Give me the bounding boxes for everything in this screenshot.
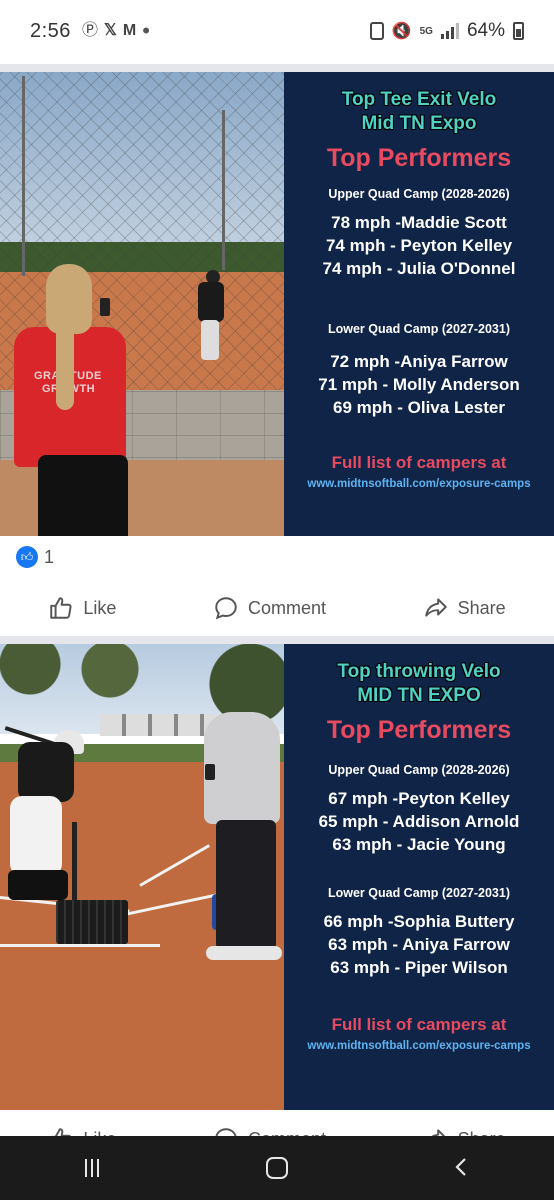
result-row: 78 mph -Maddie Scott bbox=[331, 213, 507, 232]
photo-batting-field bbox=[0, 644, 284, 1110]
home-icon bbox=[265, 1157, 288, 1179]
feed-divider bbox=[0, 636, 554, 644]
result-row: 69 mph - Oliva Lester bbox=[333, 398, 505, 417]
pinterest-icon: Ⓟ bbox=[82, 22, 99, 39]
panel-title-line2: Mid TN Expo bbox=[361, 113, 477, 134]
status-bar: 2:56 Ⓟ 𝕏 M • 🔇 5G 64% bbox=[0, 0, 554, 64]
battery-icon bbox=[513, 22, 524, 40]
nfc-icon bbox=[369, 22, 384, 40]
result-row: 63 mph - Piper Wilson bbox=[330, 958, 508, 977]
result-row: 67 mph -Peyton Kelley bbox=[328, 789, 510, 808]
system-indicators: 🔇 5G 64% bbox=[369, 20, 524, 42]
upper-camp-label: Upper Quad Camp (2028-2026) bbox=[328, 187, 510, 201]
system-navigation-bar bbox=[0, 1136, 554, 1200]
gmail-icon: M bbox=[122, 22, 137, 39]
like-label: Like bbox=[83, 597, 117, 618]
result-row: 74 mph - Julia O'Donnel bbox=[322, 259, 516, 278]
home-button[interactable] bbox=[247, 1157, 307, 1179]
lower-camp-label: Lower Quad Camp (2027-2031) bbox=[327, 886, 510, 900]
reaction-count: 1 bbox=[44, 546, 55, 567]
recent-apps-button[interactable] bbox=[62, 1159, 122, 1177]
result-row: 66 mph -Sophia Buttery bbox=[323, 912, 515, 931]
battery-percent: 64% bbox=[466, 20, 505, 41]
comment-icon bbox=[215, 597, 237, 620]
result-row: 63 mph - Aniya Farrow bbox=[328, 935, 510, 954]
post-image-exit-velo[interactable]: GRATITUDE GROWTH Top Tee Exit Velo Mid T… bbox=[0, 72, 554, 536]
thumbs-up-icon bbox=[50, 597, 72, 619]
status-time: 2:56 bbox=[30, 20, 71, 42]
panel-title-line1: Top Tee Exit Velo bbox=[341, 89, 497, 110]
results-panel-exit-velo: Top Tee Exit Velo Mid TN Expo Top Perfor… bbox=[284, 72, 554, 536]
result-row: 65 mph - Addison Arnold bbox=[318, 812, 520, 831]
share-label: Share bbox=[457, 597, 506, 618]
signal-icon bbox=[440, 23, 459, 39]
result-row: 71 mph - Molly Anderson bbox=[318, 375, 520, 394]
upper-camp-label: Upper Quad Camp (2028-2026) bbox=[328, 763, 510, 777]
like-button[interactable]: Like bbox=[48, 595, 116, 621]
more-notifications-dot-icon: • bbox=[142, 18, 150, 43]
reaction-summary[interactable]: 👍︎ 1 bbox=[16, 546, 54, 568]
panel-cta: Full list of campers at bbox=[331, 1015, 507, 1034]
share-button[interactable]: Share bbox=[423, 595, 506, 621]
comment-label: Comment bbox=[247, 597, 326, 618]
result-row: 63 mph - Jacie Young bbox=[332, 835, 506, 854]
comment-button[interactable]: Comment bbox=[213, 595, 326, 621]
network-5g-icon: 5G bbox=[419, 25, 433, 37]
back-chevron-icon bbox=[455, 1157, 466, 1176]
panel-url: www.midtnsoftball.com/exposure-camps bbox=[307, 478, 531, 490]
lower-camp-label: Lower Quad Camp (2027-2031) bbox=[327, 322, 510, 336]
panel-cta: Full list of campers at bbox=[331, 453, 507, 472]
upper-camp-results: 67 mph -Peyton Kelley 65 mph - Addison A… bbox=[284, 787, 554, 856]
panel-title-line2: MID TN EXPO bbox=[357, 685, 481, 706]
photo-tee-field: GRATITUDE GROWTH bbox=[0, 72, 284, 536]
lower-camp-results: 66 mph -Sophia Buttery 63 mph - Aniya Fa… bbox=[284, 910, 554, 979]
panel-title-line1: Top throwing Velo bbox=[337, 661, 501, 682]
mute-icon: 🔇 bbox=[391, 23, 412, 40]
post-image-throwing-velo[interactable]: Top throwing Velo MID TN EXPO Top Perfor… bbox=[0, 644, 554, 1110]
panel-heading: Top Performers bbox=[326, 716, 512, 744]
result-row: 74 mph - Peyton Kelley bbox=[325, 236, 513, 255]
post-actions: Like Comment Share bbox=[0, 578, 554, 638]
notification-icons: Ⓟ 𝕏 M • bbox=[82, 18, 150, 43]
panel-heading: Top Performers bbox=[326, 144, 512, 172]
panel-url: www.midtnsoftball.com/exposure-camps bbox=[307, 1040, 531, 1052]
result-row: 72 mph -Aniya Farrow bbox=[330, 352, 508, 371]
feed-divider bbox=[0, 64, 554, 72]
share-icon bbox=[424, 598, 447, 617]
like-reaction-icon: 👍︎ bbox=[16, 546, 38, 568]
upper-camp-results: 78 mph -Maddie Scott 74 mph - Peyton Kel… bbox=[284, 211, 554, 280]
results-panel-throwing-velo: Top throwing Velo MID TN EXPO Top Perfor… bbox=[284, 644, 554, 1110]
lower-camp-results: 72 mph -Aniya Farrow 71 mph - Molly Ande… bbox=[284, 350, 554, 419]
x-icon: 𝕏 bbox=[104, 22, 117, 39]
back-button[interactable] bbox=[432, 1153, 492, 1184]
